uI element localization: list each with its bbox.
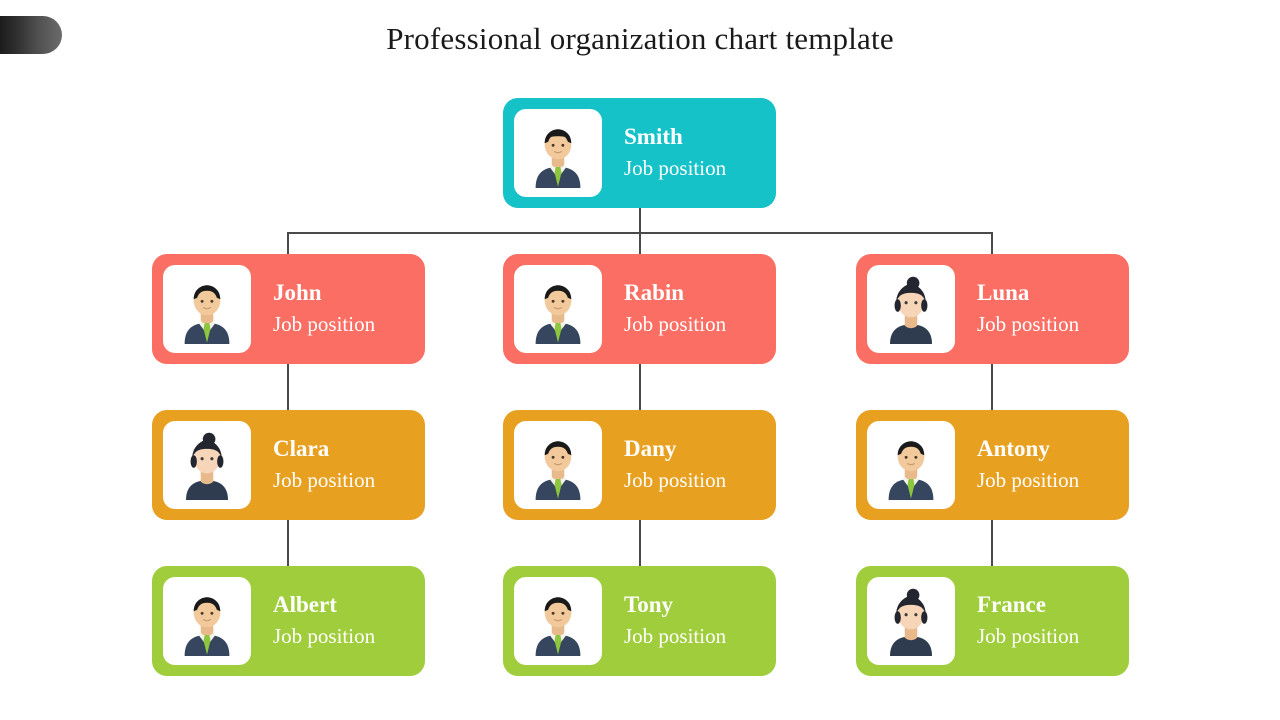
avatar bbox=[514, 421, 602, 509]
avatar-male-icon bbox=[523, 274, 593, 344]
avatar bbox=[867, 577, 955, 665]
person-name: Dany bbox=[624, 435, 677, 461]
org-node-albert[interactable]: Albert Job position bbox=[152, 566, 425, 676]
org-node-info: Luna Job position bbox=[955, 279, 1129, 340]
person-name: Albert bbox=[273, 591, 337, 617]
avatar bbox=[514, 109, 602, 197]
person-position: Job position bbox=[624, 155, 727, 180]
avatar-female-icon bbox=[876, 274, 946, 344]
person-position: Job position bbox=[624, 311, 727, 336]
org-node-info: Dany Job position bbox=[602, 435, 776, 496]
avatar-male-icon bbox=[876, 430, 946, 500]
connector-dany-tony bbox=[639, 520, 641, 566]
person-name: Luna bbox=[977, 279, 1030, 305]
org-node-france[interactable]: France Job position bbox=[856, 566, 1129, 676]
organization-chart-slide: Professional organization chart template bbox=[0, 0, 1280, 720]
person-name: Antony bbox=[977, 435, 1050, 461]
org-node-dany[interactable]: Dany Job position bbox=[503, 410, 776, 520]
person-position: Job position bbox=[273, 467, 376, 492]
avatar bbox=[163, 577, 251, 665]
org-node-john[interactable]: John Job position bbox=[152, 254, 425, 364]
person-name: John bbox=[273, 279, 322, 305]
avatar bbox=[163, 265, 251, 353]
person-position: Job position bbox=[273, 623, 376, 648]
avatar bbox=[867, 265, 955, 353]
person-name: France bbox=[977, 591, 1046, 617]
avatar-male-icon bbox=[172, 274, 242, 344]
connector-john-clara bbox=[287, 364, 289, 410]
org-node-info: Albert Job position bbox=[251, 591, 425, 652]
person-position: Job position bbox=[977, 467, 1080, 492]
org-node-rabin[interactable]: Rabin Job position bbox=[503, 254, 776, 364]
person-position: Job position bbox=[977, 623, 1080, 648]
org-node-info: Clara Job position bbox=[251, 435, 425, 496]
connector-rabin-dany bbox=[639, 364, 641, 410]
person-position: Job position bbox=[273, 311, 376, 336]
connector-clara-albert bbox=[287, 520, 289, 566]
org-node-luna[interactable]: Luna Job position bbox=[856, 254, 1129, 364]
connector-smith-stem bbox=[639, 208, 641, 254]
org-node-clara[interactable]: Clara Job position bbox=[152, 410, 425, 520]
connector-luna-antony bbox=[991, 364, 993, 410]
org-node-smith[interactable]: Smith Job position bbox=[503, 98, 776, 208]
avatar-male-icon bbox=[523, 118, 593, 188]
person-name: Rabin bbox=[624, 279, 685, 305]
avatar bbox=[867, 421, 955, 509]
avatar-male-icon bbox=[523, 586, 593, 656]
person-name: Tony bbox=[624, 591, 674, 617]
person-position: Job position bbox=[977, 311, 1080, 336]
avatar bbox=[514, 577, 602, 665]
connector-drop-john bbox=[287, 232, 289, 254]
person-name: Smith bbox=[624, 123, 683, 149]
org-node-info: John Job position bbox=[251, 279, 425, 340]
connector-drop-luna bbox=[991, 232, 993, 254]
connector-horizontal-bus bbox=[287, 232, 993, 234]
avatar-male-icon bbox=[523, 430, 593, 500]
org-node-info: Rabin Job position bbox=[602, 279, 776, 340]
avatar-female-icon bbox=[172, 430, 242, 500]
org-node-info: France Job position bbox=[955, 591, 1129, 652]
avatar bbox=[514, 265, 602, 353]
org-node-info: Smith Job position bbox=[602, 123, 776, 184]
org-node-antony[interactable]: Antony Job position bbox=[856, 410, 1129, 520]
org-node-info: Tony Job position bbox=[602, 591, 776, 652]
person-name: Clara bbox=[273, 435, 330, 461]
org-node-tony[interactable]: Tony Job position bbox=[503, 566, 776, 676]
person-position: Job position bbox=[624, 623, 727, 648]
connector-antony-france bbox=[991, 520, 993, 566]
avatar-male-icon bbox=[172, 586, 242, 656]
person-position: Job position bbox=[624, 467, 727, 492]
avatar-female-icon bbox=[876, 586, 946, 656]
org-node-info: Antony Job position bbox=[955, 435, 1129, 496]
avatar bbox=[163, 421, 251, 509]
page-title: Professional organization chart template bbox=[386, 21, 894, 56]
